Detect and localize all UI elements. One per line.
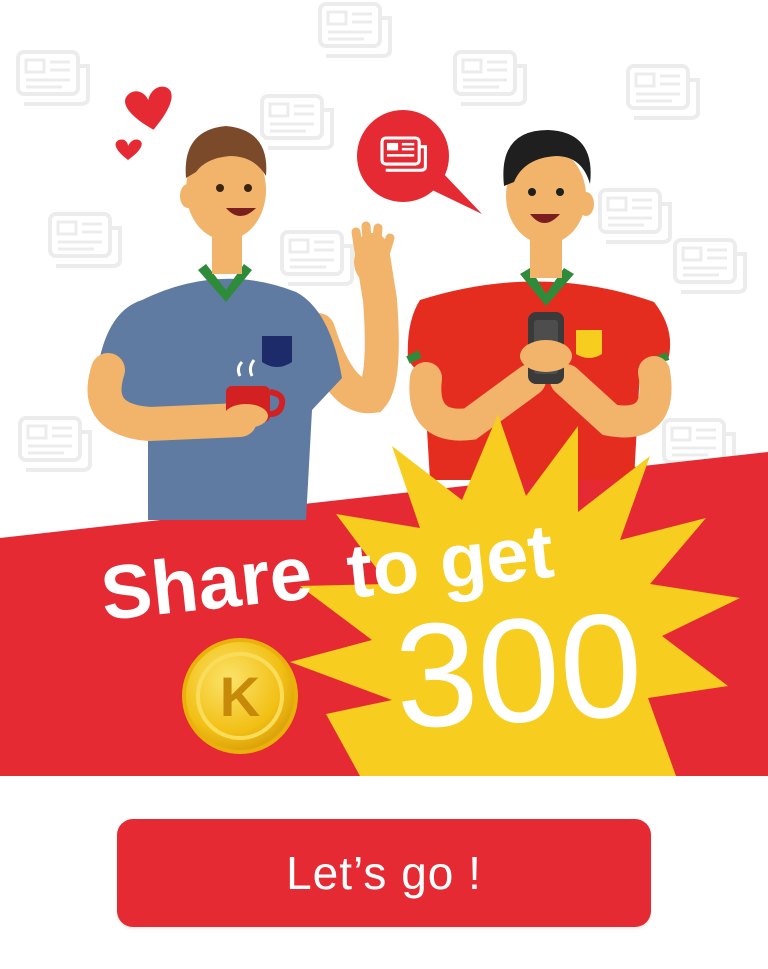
heart-icon xyxy=(115,86,172,160)
share-reward-card: Share to get K 300 Let’s go ! xyxy=(0,0,768,969)
lets-go-button[interactable]: Let’s go ! xyxy=(117,819,651,927)
promo-illustration: Share to get K 300 xyxy=(0,0,768,776)
speech-bubble xyxy=(357,110,482,214)
man-with-coffee xyxy=(87,126,399,520)
reward-amount: 300 xyxy=(391,582,646,760)
coin-icon: K xyxy=(182,638,298,754)
coin-letter: K xyxy=(220,665,260,728)
